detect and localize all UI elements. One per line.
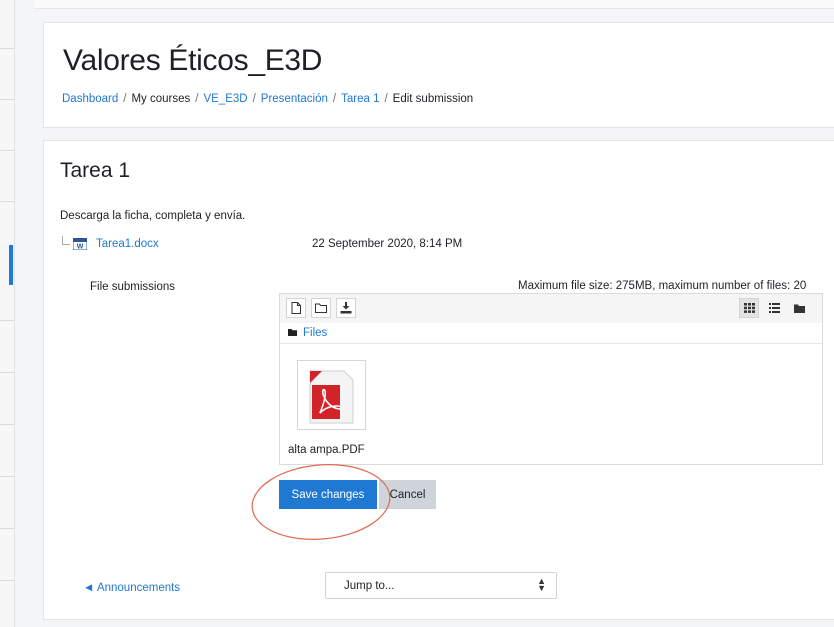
tree-view-button[interactable] xyxy=(789,298,809,318)
grid-view-icon xyxy=(743,303,755,313)
svg-text:W: W xyxy=(77,244,84,251)
pdf-icon xyxy=(309,370,354,424)
create-folder-icon xyxy=(315,303,327,313)
breadcrumb-separator: / xyxy=(195,93,199,105)
word-doc-icon: W xyxy=(73,238,87,250)
tree-connector xyxy=(62,236,70,245)
assignment-intro: Descarga la ficha, completa y envía. xyxy=(60,210,246,222)
prev-activity-link[interactable]: ◄ Announcements xyxy=(83,582,180,594)
select-caret-icon: ▲ ▼ xyxy=(537,576,546,593)
tree-view-icon xyxy=(793,304,805,313)
breadcrumb-separator: / xyxy=(123,93,127,105)
drawer-divider xyxy=(0,99,14,100)
file-submissions-label: File submissions xyxy=(90,281,175,293)
breadcrumb-dashboard[interactable]: Dashboard xyxy=(62,93,118,105)
page-header: Valores Éticos_E3D Dashboard / My courses /… xyxy=(43,22,834,128)
divider xyxy=(280,343,822,344)
intro-attachment: W Tarea1.docx 22 September 2020, 8:14 PM xyxy=(62,236,822,254)
download-icon xyxy=(340,302,352,314)
breadcrumb-separator: / xyxy=(252,93,256,105)
file-thumbnail[interactable] xyxy=(297,360,366,430)
main-region: Tarea 1 Descarga la ficha, completa y en… xyxy=(43,140,834,620)
add-file-button[interactable] xyxy=(286,298,306,318)
create-folder-button[interactable] xyxy=(311,298,331,318)
drawer-divider xyxy=(0,424,14,425)
attachment-link[interactable]: Tarea1.docx xyxy=(96,238,159,250)
attachment-date: 22 September 2020, 8:14 PM xyxy=(312,238,463,250)
nav-drawer-strip xyxy=(0,0,15,627)
file-manager-toolbar xyxy=(280,294,822,323)
drawer-divider xyxy=(0,48,14,49)
file-manager: Files alta ampa.PDF xyxy=(279,293,823,465)
file-name: alta ampa.PDF xyxy=(288,444,365,456)
breadcrumb: Dashboard / My courses / VE_E3D / Presentación… xyxy=(62,93,473,105)
drawer-divider xyxy=(0,528,14,529)
breadcrumb-assignment[interactable]: Tarea 1 xyxy=(341,93,379,105)
breadcrumb-course[interactable]: VE_E3D xyxy=(203,93,247,105)
breadcrumb-section[interactable]: Presentación xyxy=(261,93,328,105)
breadcrumb-separator: / xyxy=(332,93,337,105)
jump-to-label: Jump to... xyxy=(344,580,395,592)
drawer-divider xyxy=(0,201,14,202)
drawer-divider xyxy=(0,320,14,321)
drawer-divider xyxy=(0,476,14,477)
folder-icon xyxy=(288,329,297,336)
list-view-icon xyxy=(768,303,780,313)
drawer-divider xyxy=(0,372,14,373)
add-file-icon xyxy=(291,302,301,314)
breadcrumb-current: Edit submission xyxy=(392,93,474,105)
assignment-title: Tarea 1 xyxy=(60,159,131,182)
jump-to-select[interactable]: Jump to... ▲ ▼ xyxy=(325,572,557,599)
breadcrumb-separator: / xyxy=(384,93,388,105)
file-limits-text: Maximum file size: 275MB, maximum number… xyxy=(518,280,807,292)
drawer-active-indicator xyxy=(9,245,13,285)
course-title: Valores Éticos_E3D xyxy=(63,44,323,77)
drawer-divider xyxy=(0,580,14,581)
page-gutter xyxy=(15,0,34,627)
drawer-divider xyxy=(0,150,14,151)
file-item[interactable]: alta ampa.PDF xyxy=(288,360,378,460)
download-all-button[interactable] xyxy=(336,298,356,318)
breadcrumb-my-courses: My courses xyxy=(131,93,191,105)
list-view-button[interactable] xyxy=(764,298,784,318)
navbar-edge xyxy=(34,0,834,9)
file-manager-path: Files xyxy=(288,327,327,339)
grid-view-button[interactable] xyxy=(739,298,759,318)
path-files-link[interactable]: Files xyxy=(303,327,327,339)
annotation-circle xyxy=(251,464,391,540)
